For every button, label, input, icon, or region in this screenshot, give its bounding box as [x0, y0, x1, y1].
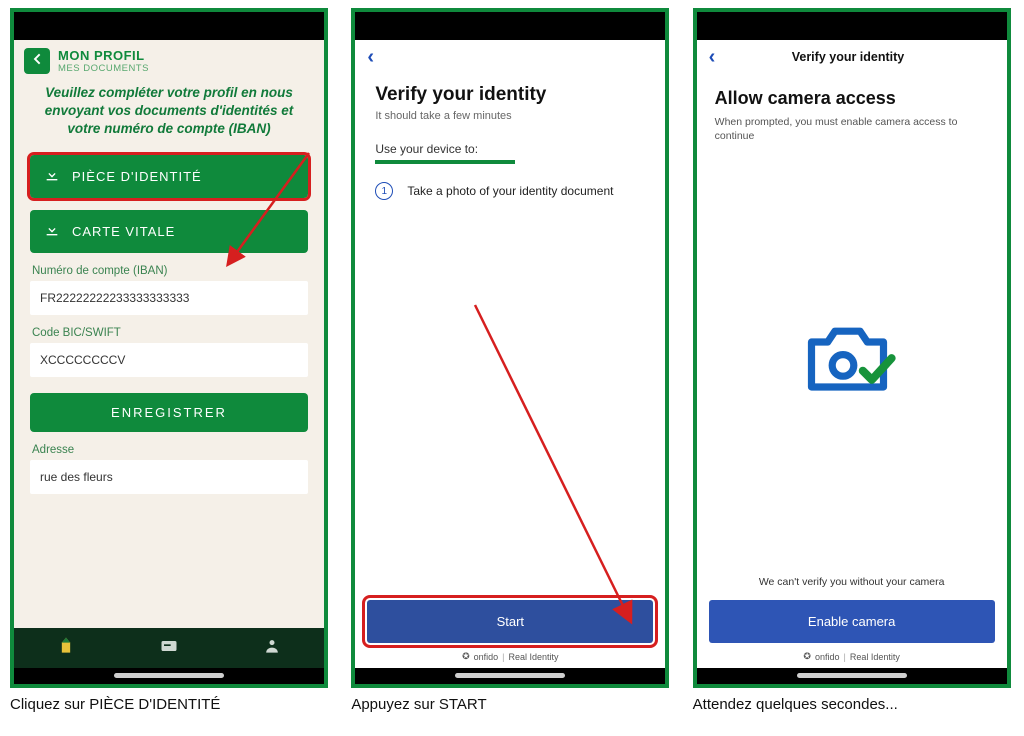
- tab-card-icon[interactable]: [159, 636, 179, 661]
- home-indicator: [697, 668, 1007, 684]
- phone-screen-3: ‹ Verify your identity Allow camera acce…: [693, 8, 1011, 688]
- address-input[interactable]: [30, 460, 308, 494]
- onfido-brand-text: onfido: [815, 652, 840, 662]
- status-bar: [14, 12, 324, 40]
- arrow-left-icon: [29, 51, 45, 72]
- status-bar: [355, 12, 665, 40]
- onfido-tag-text: Real Identity: [850, 652, 900, 662]
- top-bar-title: Verify your identity: [792, 50, 905, 64]
- allow-camera-subheading: When prompted, you must enable camera ac…: [715, 115, 989, 143]
- onfido-tag-text: Real Identity: [509, 652, 559, 662]
- save-button[interactable]: ENREGISTRER: [30, 393, 308, 432]
- phone-screen-2: ‹ Verify your identity It should take a …: [351, 8, 669, 688]
- camera-illustration: [697, 143, 1007, 576]
- onfido-brand-footer: ✪ onfido | Real Identity: [697, 651, 1007, 662]
- home-indicator: [14, 668, 324, 684]
- status-bar: [697, 12, 1007, 40]
- iban-label: Numéro de compte (IBAN): [32, 265, 306, 277]
- step-number-badge: 1: [375, 182, 393, 200]
- caption-2: Appuyez sur START: [351, 696, 486, 713]
- download-icon: [44, 167, 60, 186]
- bic-label: Code BIC/SWIFT: [32, 327, 306, 339]
- caption-1: Cliquez sur PIÈCE D'IDENTITÉ: [10, 696, 220, 713]
- identity-document-button[interactable]: PIÈCE D'IDENTITÉ: [30, 155, 308, 198]
- back-button[interactable]: [24, 48, 50, 74]
- home-indicator: [355, 668, 665, 684]
- caption-3: Attendez quelques secondes...: [693, 696, 898, 713]
- vitale-button-label: CARTE VITALE: [72, 224, 175, 239]
- identity-button-label: PIÈCE D'IDENTITÉ: [72, 169, 202, 184]
- intro-text: Veuillez compléter votre profil en nous …: [14, 80, 324, 155]
- allow-camera-heading: Allow camera access: [715, 88, 989, 109]
- carte-vitale-button[interactable]: CARTE VITALE: [30, 210, 308, 253]
- verify-subheading: It should take a few minutes: [375, 110, 645, 122]
- back-button[interactable]: ‹: [709, 46, 716, 69]
- download-icon: [44, 222, 60, 241]
- camera-required-note: We can't verify you without your camera: [697, 576, 1007, 588]
- underline-decoration: [375, 160, 515, 164]
- bic-input[interactable]: [30, 343, 308, 377]
- verify-heading: Verify your identity: [375, 84, 645, 106]
- onfido-brand-footer: ✪ onfido | Real Identity: [355, 651, 665, 662]
- use-device-label: Use your device to:: [375, 142, 645, 156]
- camera-check-icon: [797, 315, 907, 405]
- onfido-logo-icon: ✪: [803, 651, 811, 662]
- bottom-tab-bar: [14, 628, 324, 668]
- onfido-brand-text: onfido: [474, 652, 499, 662]
- step-1-label: Take a photo of your identity document: [407, 184, 613, 198]
- page-title: MON PROFIL: [58, 48, 149, 63]
- onfido-logo-icon: ✪: [462, 651, 470, 662]
- step-1-row: 1 Take a photo of your identity document: [375, 182, 645, 200]
- enable-camera-button[interactable]: Enable camera: [709, 600, 995, 643]
- back-button[interactable]: ‹: [367, 46, 374, 69]
- tab-profile-icon[interactable]: [262, 636, 282, 661]
- tab-home-icon[interactable]: [56, 636, 76, 661]
- iban-input[interactable]: [30, 281, 308, 315]
- start-button[interactable]: Start: [367, 600, 653, 643]
- phone-screen-1: MON PROFIL MES DOCUMENTS Veuillez complé…: [10, 8, 328, 688]
- page-subtitle: MES DOCUMENTS: [58, 63, 149, 74]
- address-label: Adresse: [32, 444, 306, 456]
